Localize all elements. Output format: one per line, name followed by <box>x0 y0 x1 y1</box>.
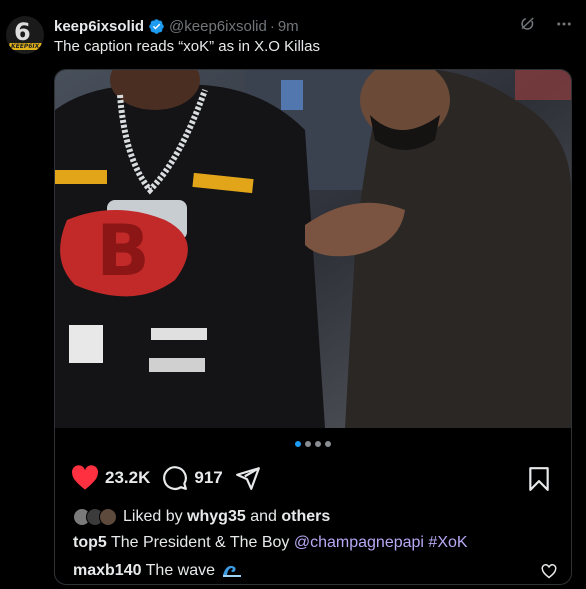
comment-user[interactable]: maxb140 <box>73 562 142 579</box>
liker-avatar[interactable] <box>99 508 117 526</box>
liked-by-prefix: Liked by <box>123 508 183 525</box>
carousel-dot-4[interactable] <box>325 441 331 447</box>
post-time[interactable]: 9m <box>278 18 299 35</box>
comment-icon <box>163 466 188 490</box>
avatar-logo-band: KEEP6IX SOLID <box>8 43 42 54</box>
photo-illustration: B <box>55 70 571 428</box>
bookmark-button[interactable] <box>527 466 551 497</box>
comment-row: top5 The President & The Boy @champagnep… <box>73 534 468 552</box>
comment-text: The wave <box>145 562 216 579</box>
author-handle[interactable]: @keep6ixsolid <box>169 18 267 35</box>
header-icons <box>518 14 574 34</box>
carousel-dot-3[interactable] <box>315 441 321 447</box>
bookmark-icon <box>529 467 549 491</box>
liked-by-user[interactable]: whyg35 <box>187 508 246 525</box>
grok-icon[interactable] <box>518 14 538 34</box>
comment-count: 917 <box>194 468 223 487</box>
comment-text: The President & The Boy <box>110 534 290 551</box>
svg-text:B: B <box>96 210 149 292</box>
comment-row: maxb140 The wave <box>73 562 242 580</box>
instagram-embed-card[interactable]: B 23.2K 917 Liked by whyg35 and others t… <box>54 69 572 585</box>
more-icon[interactable] <box>554 14 574 34</box>
comment-like-heart-icon[interactable] <box>541 564 557 579</box>
heart-icon <box>72 465 98 490</box>
carousel-dot-1[interactable] <box>295 441 301 447</box>
liked-by-text: Liked by whyg35 and others <box>123 508 330 526</box>
share-icon <box>235 467 260 490</box>
avatar[interactable]: 6 KEEP6IX SOLID <box>6 16 44 54</box>
like-button[interactable]: 23.2K <box>71 465 150 491</box>
post-header: keep6ixsolid @keep6ixsolid · 9m <box>54 16 299 36</box>
post-caption: The caption reads “xoK” as in X.O Killas <box>54 38 320 55</box>
carousel-pagination[interactable] <box>55 441 571 447</box>
author-name[interactable]: keep6ixsolid <box>54 18 144 35</box>
wave-emoji-icon <box>223 565 242 577</box>
avatar-logo-text: 6 <box>14 18 31 46</box>
comment-mention[interactable]: @champagnepapi <box>294 534 424 551</box>
carousel-dot-2[interactable] <box>305 441 311 447</box>
post-photo[interactable]: B <box>55 70 571 428</box>
action-bar: 23.2K 917 <box>71 463 555 493</box>
liked-by-row: Liked by whyg35 and others <box>73 508 330 526</box>
separator-dot: · <box>269 17 275 35</box>
comment-user[interactable]: top5 <box>73 534 107 551</box>
comment-hashtag[interactable]: #XoK <box>428 534 467 551</box>
liked-by-conj: and <box>250 508 277 525</box>
share-button[interactable] <box>235 465 261 491</box>
comment-button[interactable]: 917 <box>162 465 223 491</box>
liked-by-others[interactable]: others <box>281 508 330 525</box>
like-count: 23.2K <box>105 468 151 487</box>
verified-badge-icon <box>149 18 164 34</box>
